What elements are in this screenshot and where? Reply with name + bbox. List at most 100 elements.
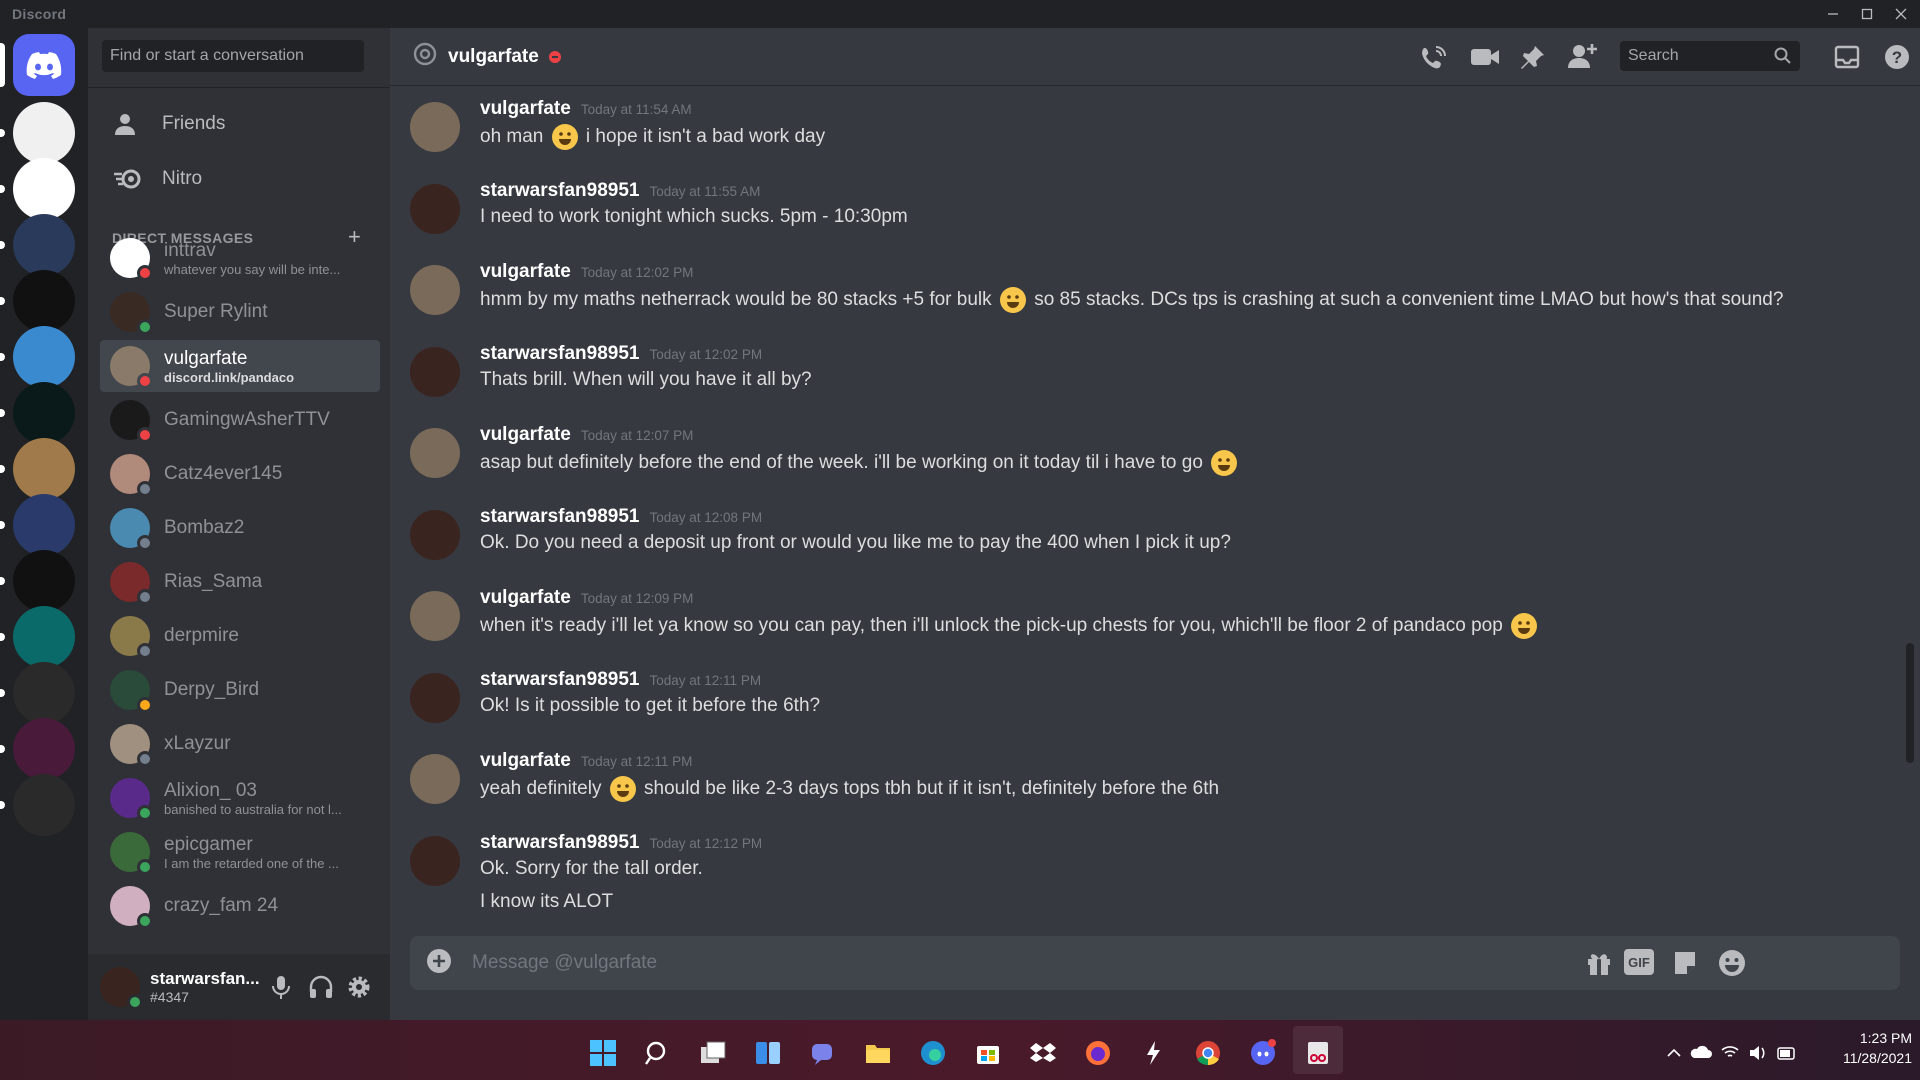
dm-item[interactable]: Super Rylint: [100, 286, 380, 338]
find-conversation-input[interactable]: Find or start a conversation: [102, 40, 364, 72]
green-a-icon[interactable]: [13, 382, 75, 444]
dm-item[interactable]: Alixion_ 03 banished to australia for not…: [100, 772, 380, 824]
ds-icon[interactable]: [13, 326, 75, 388]
dropbox-icon[interactable]: [1028, 1038, 1058, 1068]
message-author[interactable]: vulgarfate Today at 12:07 PM: [480, 424, 693, 446]
panda-icon[interactable]: [13, 158, 75, 220]
file-explorer-icon[interactable]: [863, 1038, 893, 1068]
emoji-picker-icon[interactable]: [1718, 949, 1746, 982]
minimize-icon[interactable]: [1816, 0, 1850, 28]
message[interactable]: vulgarfate Today at 12:07 PM asap but defi…: [410, 424, 1890, 502]
dm-item[interactable]: vulgarfate discord.link/pandaco: [100, 340, 380, 392]
close-icon[interactable]: [1884, 0, 1918, 28]
b-icon[interactable]: [13, 662, 75, 724]
message-author[interactable]: vulgarfate Today at 12:11 PM: [480, 750, 692, 772]
message[interactable]: vulgarfate Today at 12:11 PM yeah definite…: [410, 750, 1890, 828]
landscape-icon[interactable]: [13, 214, 75, 276]
scrollbar-track[interactable]: [1906, 88, 1914, 1008]
scrollbar-thumb[interactable]: [1906, 643, 1914, 763]
message-author[interactable]: starwarsfan98951 Today at 12:11 PM: [480, 669, 761, 691]
message[interactable]: starwarsfan98951 Today at 12:02 PM Thats b…: [410, 343, 1890, 421]
dm-item[interactable]: Rias_Sama: [100, 556, 380, 608]
message-avatar[interactable]: [410, 673, 460, 723]
message-author[interactable]: vulgarfate Today at 12:02 PM: [480, 261, 693, 283]
video-call-icon[interactable]: [1470, 46, 1500, 73]
start-icon[interactable]: [588, 1038, 618, 1068]
message-avatar[interactable]: [410, 836, 460, 886]
message-avatar[interactable]: [410, 428, 460, 478]
headphones-icon[interactable]: [308, 974, 334, 1005]
message-avatar[interactable]: [410, 102, 460, 152]
search-icon[interactable]: [643, 1038, 673, 1068]
triangle-icon[interactable]: [13, 550, 75, 612]
message-author[interactable]: starwarsfan98951 Today at 12:02 PM: [480, 343, 762, 365]
message-author[interactable]: starwarsfan98951 Today at 12:12 PM: [480, 832, 762, 854]
message[interactable]: starwarsfan98951 Today at 12:11 PM Ok! Is …: [410, 669, 1890, 747]
dm-item[interactable]: crazy_fam 24: [100, 880, 380, 932]
dm-item[interactable]: Bombaz2: [100, 502, 380, 554]
snipping-tool-icon[interactable]: [1303, 1038, 1333, 1068]
dm-item[interactable]: epicgamer I am the retarded one of the ..…: [100, 826, 380, 878]
nav-friends[interactable]: Friends: [100, 100, 376, 148]
microphone-icon[interactable]: [270, 974, 292, 1005]
message[interactable]: starwarsfan98951 Today at 12:12 PM Ok. Sor…: [410, 832, 1890, 912]
message-author[interactable]: vulgarfate Today at 11:54 AM: [480, 98, 692, 120]
message[interactable]: starwarsfan98951 Today at 11:55 AM I need …: [410, 180, 1890, 258]
discord-taskbar-icon[interactable]: [1248, 1038, 1278, 1068]
message-avatar[interactable]: [410, 754, 460, 804]
emoji-icon[interactable]: [1511, 613, 1538, 639]
inbox-icon[interactable]: [1834, 44, 1860, 75]
dm-item[interactable]: inttrav whatever you say will be inte...: [100, 232, 380, 284]
message-avatar[interactable]: [410, 184, 460, 234]
dm-item[interactable]: Derpy_Bird: [100, 664, 380, 716]
firefox-icon[interactable]: [1083, 1038, 1113, 1068]
settings-gear-icon[interactable]: [346, 974, 372, 1005]
message[interactable]: vulgarfate Today at 12:02 PM hmm by my mat…: [410, 261, 1890, 339]
message-input[interactable]: Message @vulgarfate: [472, 952, 657, 974]
nav-nitro[interactable]: Nitro: [100, 155, 376, 203]
message-avatar[interactable]: [410, 591, 460, 641]
add-friend-to-dm-icon[interactable]: [1568, 42, 1598, 75]
message[interactable]: vulgarfate Today at 11:54 AM oh man i hope…: [410, 98, 1890, 176]
gif-icon[interactable]: GIF: [1624, 949, 1654, 975]
edge-icon[interactable]: [918, 1038, 948, 1068]
clock[interactable]: 1:23 PM 11/28/2021: [1820, 1030, 1912, 1066]
credit-resource-icon[interactable]: [13, 102, 75, 164]
help-icon[interactable]: ?: [1884, 44, 1910, 75]
message-avatar[interactable]: [410, 347, 460, 397]
message-avatar[interactable]: [410, 510, 460, 560]
z-icon[interactable]: [13, 606, 75, 668]
blue-ring-icon[interactable]: [13, 494, 75, 556]
voice-call-icon[interactable]: [1420, 44, 1448, 77]
message[interactable]: starwarsfan98951 Today at 12:08 PM Ok. Do …: [410, 506, 1890, 584]
emoji-icon[interactable]: [609, 776, 636, 802]
widgets-icon[interactable]: [753, 1038, 783, 1068]
message-avatar[interactable]: [410, 265, 460, 315]
task-view-icon[interactable]: [698, 1038, 728, 1068]
message-composer[interactable]: Message @vulgarfate GIF: [410, 936, 1900, 990]
message-author[interactable]: vulgarfate Today at 12:09 PM: [480, 587, 693, 609]
lion-icon[interactable]: [13, 438, 75, 500]
sticker-icon[interactable]: [1672, 949, 1698, 982]
emoji-icon[interactable]: [551, 124, 578, 150]
store-icon[interactable]: [973, 1038, 1003, 1068]
maximize-icon[interactable]: [1850, 0, 1884, 28]
dm-item[interactable]: GamingwAsherTTV: [100, 394, 380, 446]
avr-icon[interactable]: [13, 718, 75, 780]
crown-icon[interactable]: [13, 774, 75, 836]
emoji-icon[interactable]: [999, 287, 1026, 313]
chrome-icon[interactable]: [1193, 1038, 1223, 1068]
message-author[interactable]: starwarsfan98951 Today at 11:55 AM: [480, 180, 760, 202]
upload-plus-icon[interactable]: [426, 948, 452, 979]
dm-item[interactable]: Catz4ever145: [100, 448, 380, 500]
search-input[interactable]: Search: [1620, 41, 1800, 71]
message-author[interactable]: starwarsfan98951 Today at 12:08 PM: [480, 506, 762, 528]
dm-item[interactable]: derpmire: [100, 610, 380, 662]
message[interactable]: vulgarfate Today at 12:09 PM when it's rea…: [410, 587, 1890, 665]
uber-eats-icon[interactable]: [13, 270, 75, 332]
dm-item[interactable]: xLayzur: [100, 718, 380, 770]
teams-chat-icon[interactable]: [808, 1038, 838, 1068]
lightning-app-icon[interactable]: [1138, 1038, 1168, 1068]
gift-icon[interactable]: [1586, 950, 1612, 981]
user-info[interactable]: starwarsfan... #4347: [150, 969, 260, 1005]
